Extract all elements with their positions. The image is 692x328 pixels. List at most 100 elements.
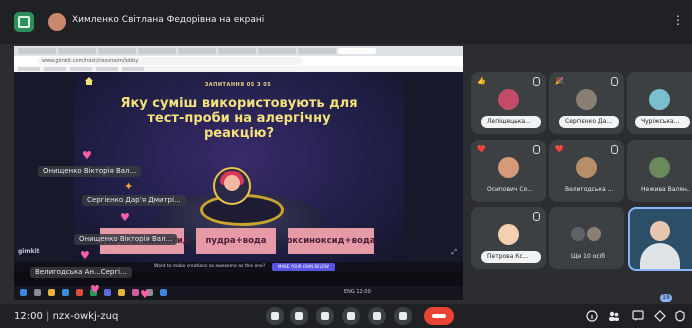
bookmark[interactable]: [18, 67, 40, 71]
self-video-tile[interactable]: [628, 207, 692, 271]
windows-start-icon[interactable]: [20, 289, 27, 296]
browser-tab[interactable]: [58, 48, 96, 54]
edge-icon[interactable]: [62, 289, 69, 296]
participant-tile[interactable]: ❤️ Велигодська ...: [549, 140, 624, 202]
raise-hand-icon[interactable]: [342, 307, 360, 325]
chrome-icon[interactable]: [118, 289, 125, 296]
reaction-emoji: 👍: [477, 77, 486, 85]
participant-name: Велигодська ...: [565, 186, 614, 193]
browser-tab[interactable]: [178, 48, 216, 54]
reaction-emoji: 🎉: [555, 77, 564, 85]
presenter-title: Химленко Світлана Федорівна на екрані: [72, 15, 265, 25]
present-icon[interactable]: [394, 307, 412, 325]
avatar: [576, 89, 597, 110]
address-bar: www.gimkit.com/host/classroom/lobby: [14, 56, 463, 66]
meeting-info: 12:00 | nzx-owkj-zuq: [14, 311, 119, 322]
home-icon[interactable]: [84, 76, 94, 86]
app-icon[interactable]: [104, 289, 111, 296]
search-icon[interactable]: [34, 289, 41, 296]
participant-name: Нежива Валян...: [641, 186, 690, 193]
browser-tabstrip: [14, 46, 463, 56]
mic-off-icon: [533, 212, 540, 221]
make-your-own-button[interactable]: MAKE YOUR OWN BELOW: [272, 263, 335, 271]
browser-tab[interactable]: [258, 48, 296, 54]
meeting-controls: 12:00 | nzx-owkj-zuq: [0, 304, 692, 328]
avatar: [571, 227, 585, 241]
answer-option-2[interactable]: пудра+вода: [196, 228, 276, 254]
heart-reaction-icon: ♥: [82, 149, 92, 162]
self-video-face: [650, 221, 670, 241]
mic-icon[interactable]: [266, 307, 284, 325]
host-avatar: [213, 167, 251, 205]
browser-tab[interactable]: [138, 48, 176, 54]
more-participants-tile[interactable]: Ще 10 осіб: [549, 207, 624, 269]
participant-tile[interactable]: ❤️ Осипович Со...: [471, 140, 546, 202]
url-field[interactable]: www.gimkit.com/host/classroom/lobby: [38, 57, 302, 65]
participant-tile[interactable]: 👍 Лепіщецька...: [471, 72, 546, 134]
participant-count-badge: 19: [660, 294, 672, 302]
emoji-icon[interactable]: [368, 307, 386, 325]
gimkit-logo: gimkit: [18, 248, 40, 255]
activities-icon[interactable]: [654, 310, 666, 322]
windows-taskbar: ENG 12:00: [14, 286, 463, 300]
cta-text: Want to make creations as awesome as thi…: [154, 264, 266, 269]
participant-name: Лепіщецька...: [481, 116, 541, 128]
reaction-emoji: ❤️: [555, 145, 564, 153]
reaction-label: Онищенко Вікторія Вал...: [74, 234, 178, 245]
more-vert-icon[interactable]: ⋮: [672, 13, 684, 27]
leave-call-button[interactable]: [424, 307, 454, 325]
question-counter: ЗАПИТАННЯ 05 З 05: [204, 82, 272, 88]
browser-tab-active[interactable]: [338, 48, 376, 54]
participant-name: Петрова Кс...: [481, 251, 541, 263]
participant-tile[interactable]: 🎉 Сергієнко Да...: [549, 72, 624, 134]
participant-tile[interactable]: Чуріжська...: [627, 72, 692, 134]
heart-reaction-icon: ♥: [120, 211, 130, 224]
browser-tab[interactable]: [98, 48, 136, 54]
app-icon[interactable]: [160, 289, 167, 296]
folder-icon[interactable]: [48, 289, 55, 296]
clock: 12:00: [14, 311, 43, 322]
participant-name: Чуріжська...: [635, 116, 690, 128]
participant-name: Сергієнко Да...: [559, 116, 619, 128]
avatar: [498, 89, 519, 110]
system-tray: ENG 12:00: [344, 289, 371, 295]
bookmark[interactable]: [70, 67, 92, 71]
reaction-label: Онищенко Вікторія Вал...: [38, 166, 142, 177]
avatar: [649, 89, 670, 110]
party-reaction-icon: ✦: [124, 180, 134, 193]
captions-icon[interactable]: [316, 307, 334, 325]
participant-tile[interactable]: Петрова Кс...: [471, 207, 546, 269]
browser-tab[interactable]: [18, 48, 56, 54]
info-icon[interactable]: [586, 310, 598, 322]
question-text: Яку суміш використовують для тест-проби …: [120, 96, 358, 141]
bookmark[interactable]: [44, 67, 66, 71]
presentation-header: Химленко Світлана Федорівна на екрані ⋮: [0, 0, 692, 44]
camera-icon[interactable]: [290, 307, 308, 325]
heart-reaction-icon: ♥: [90, 283, 100, 296]
avatar: [649, 157, 670, 178]
mic-off-icon: [611, 145, 618, 154]
bookmark[interactable]: [122, 67, 144, 71]
mic-off-icon: [611, 77, 618, 86]
avatar: [498, 157, 519, 178]
meet-icon[interactable]: [14, 12, 34, 32]
people-icon[interactable]: [608, 310, 620, 322]
browser-tab[interactable]: [298, 48, 336, 54]
chat-icon[interactable]: [632, 310, 644, 322]
fullscreen-icon[interactable]: ⤢: [451, 248, 457, 257]
browser-tab[interactable]: [218, 48, 256, 54]
app-icon[interactable]: [76, 289, 83, 296]
participant-tile[interactable]: Нежива Валян...: [627, 140, 692, 202]
participant-name: Осипович Со...: [487, 186, 533, 193]
heart-reaction-icon: ♥: [80, 249, 90, 262]
host-controls-icon[interactable]: [674, 310, 686, 322]
mic-off-icon: [533, 145, 540, 154]
answer-option-3[interactable]: оксиноксид+вода: [287, 228, 375, 254]
heart-reaction-icon: ♥: [140, 288, 150, 301]
bookmark[interactable]: [96, 67, 118, 71]
avatar: [576, 157, 597, 178]
app-icon[interactable]: [132, 289, 139, 296]
presenter-avatar: [48, 13, 66, 31]
meeting-code: nzx-owkj-zuq: [52, 311, 119, 322]
avatar: [498, 224, 519, 245]
